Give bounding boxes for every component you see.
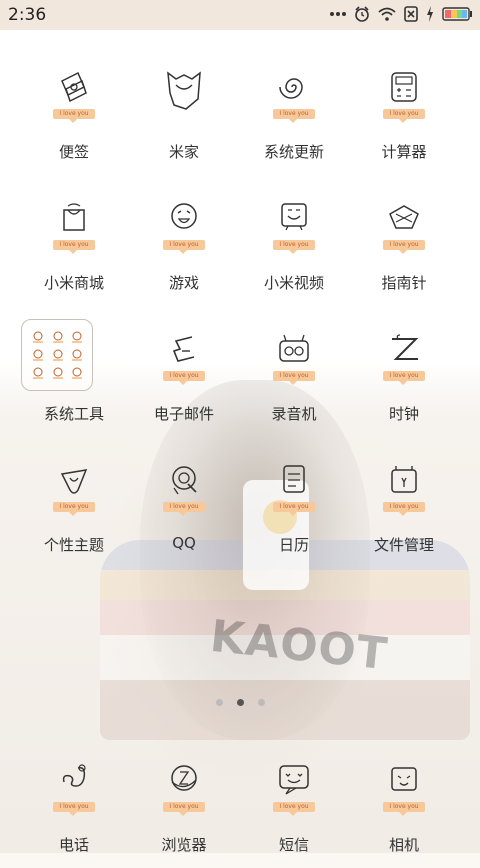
- app-label: 个性主题: [43, 536, 104, 554]
- app-label: 电子邮件: [153, 405, 214, 423]
- app-label: 计算器: [381, 143, 427, 161]
- love-tag: I love you: [53, 109, 95, 123]
- love-tag: I love you: [163, 371, 205, 385]
- status-bar: 2:36: [0, 0, 480, 30]
- battery-icon: [442, 7, 472, 21]
- app-mistore[interactable]: I love you 小米商城: [19, 196, 129, 306]
- love-tag: I love you: [53, 240, 95, 254]
- calendar-icon: I love you: [272, 458, 316, 518]
- more-icon: [330, 11, 346, 17]
- status-icons: [330, 6, 472, 22]
- app-label: 短信: [278, 836, 309, 854]
- app-mijia[interactable]: 米家: [129, 65, 239, 175]
- app-compass[interactable]: I love you 指南针: [349, 196, 459, 306]
- page-dot[interactable]: [215, 699, 223, 706]
- love-tag: I love you: [163, 502, 205, 516]
- browser-icon: I love you: [162, 758, 206, 818]
- love-tag: I love you: [383, 240, 425, 254]
- love-tag: I love you: [53, 502, 95, 516]
- files-icon: I love you: [382, 458, 426, 518]
- camera-icon: I love you: [382, 758, 426, 818]
- app-label: 游戏: [168, 274, 199, 292]
- dock-browser[interactable]: I love you 浏览器: [129, 758, 239, 868]
- wifi-icon: [378, 7, 396, 21]
- app-system-tools-folder[interactable]: 系统工具: [19, 319, 129, 437]
- email-icon: I love you: [162, 327, 206, 387]
- compass-icon: I love you: [382, 196, 426, 256]
- app-video[interactable]: I love you 小米视频: [239, 196, 349, 306]
- app-label: 小米商城: [43, 274, 104, 292]
- love-tag: I love you: [273, 371, 315, 385]
- love-tag: I love you: [53, 802, 95, 816]
- page-dot-active[interactable]: [236, 699, 244, 706]
- love-tag: I love you: [163, 240, 205, 254]
- app-themes[interactable]: I love you 个性主题: [19, 458, 129, 568]
- charging-icon: [426, 6, 434, 22]
- love-tag: I love you: [383, 109, 425, 123]
- messages-icon: I love you: [272, 758, 316, 818]
- love-tag: I love you: [383, 371, 425, 385]
- app-label: 浏览器: [161, 836, 207, 854]
- clock-icon: I love you: [382, 327, 426, 387]
- app-email[interactable]: I love you 电子邮件: [129, 327, 239, 437]
- video-icon: I love you: [272, 196, 316, 256]
- phone-icon: I love you: [52, 758, 96, 818]
- app-calculator[interactable]: I love you 计算器: [349, 65, 459, 175]
- app-files[interactable]: I love you 文件管理: [349, 458, 459, 568]
- app-qq[interactable]: I love you QQ: [129, 458, 239, 568]
- game-icon: I love you: [162, 196, 206, 256]
- app-label: 米家: [168, 143, 199, 161]
- update-icon: I love you: [272, 65, 316, 125]
- app-calendar[interactable]: I love you 日历: [239, 458, 349, 568]
- page-indicator[interactable]: [0, 699, 480, 706]
- app-clock[interactable]: I love you 时钟: [349, 327, 459, 437]
- dock-phone[interactable]: I love you 电话: [19, 758, 129, 868]
- dock-messages[interactable]: I love you 短信: [239, 758, 349, 868]
- app-label: QQ: [172, 534, 196, 552]
- love-tag: I love you: [163, 802, 205, 816]
- app-label: 电话: [58, 836, 89, 854]
- page-dot[interactable]: [257, 699, 265, 706]
- app-label: 录音机: [271, 405, 317, 423]
- app-label: 指南针: [381, 274, 427, 292]
- app-label: 时钟: [388, 405, 419, 423]
- qq-icon: I love you: [162, 458, 206, 518]
- love-tag: I love you: [273, 802, 315, 816]
- app-label: 系统更新: [263, 143, 324, 161]
- love-tag: I love you: [383, 502, 425, 516]
- mistore-icon: I love you: [52, 196, 96, 256]
- alarm-icon: [354, 6, 370, 22]
- dock: I love you 电话 I love you 浏览器 I love you …: [0, 758, 480, 854]
- sim-off-icon: [404, 6, 418, 22]
- recorder-icon: I love you: [272, 327, 316, 387]
- calculator-icon: I love you: [382, 65, 426, 125]
- love-tag: I love you: [273, 502, 315, 516]
- app-label: 便签: [58, 143, 89, 161]
- app-label: 日历: [278, 536, 309, 554]
- mijia-icon: [162, 65, 206, 125]
- folder-icon: [21, 319, 93, 391]
- app-label: 文件管理: [373, 536, 434, 554]
- app-update[interactable]: I love you 系统更新: [239, 65, 349, 175]
- status-time: 2:36: [8, 5, 47, 25]
- love-tag: I love you: [383, 802, 425, 816]
- app-recorder[interactable]: I love you 录音机: [239, 327, 349, 437]
- app-game[interactable]: I love you 游戏: [129, 196, 239, 306]
- dock-camera[interactable]: I love you 相机: [349, 758, 459, 868]
- love-tag: I love you: [273, 240, 315, 254]
- themes-icon: I love you: [52, 458, 96, 518]
- app-label: 系统工具: [43, 405, 104, 423]
- love-tag: I love you: [273, 109, 315, 123]
- app-notes[interactable]: I love you 便签: [19, 65, 129, 175]
- app-label: 相机: [388, 836, 419, 854]
- app-label: 小米视频: [263, 274, 324, 292]
- notes-icon: I love you: [52, 65, 96, 125]
